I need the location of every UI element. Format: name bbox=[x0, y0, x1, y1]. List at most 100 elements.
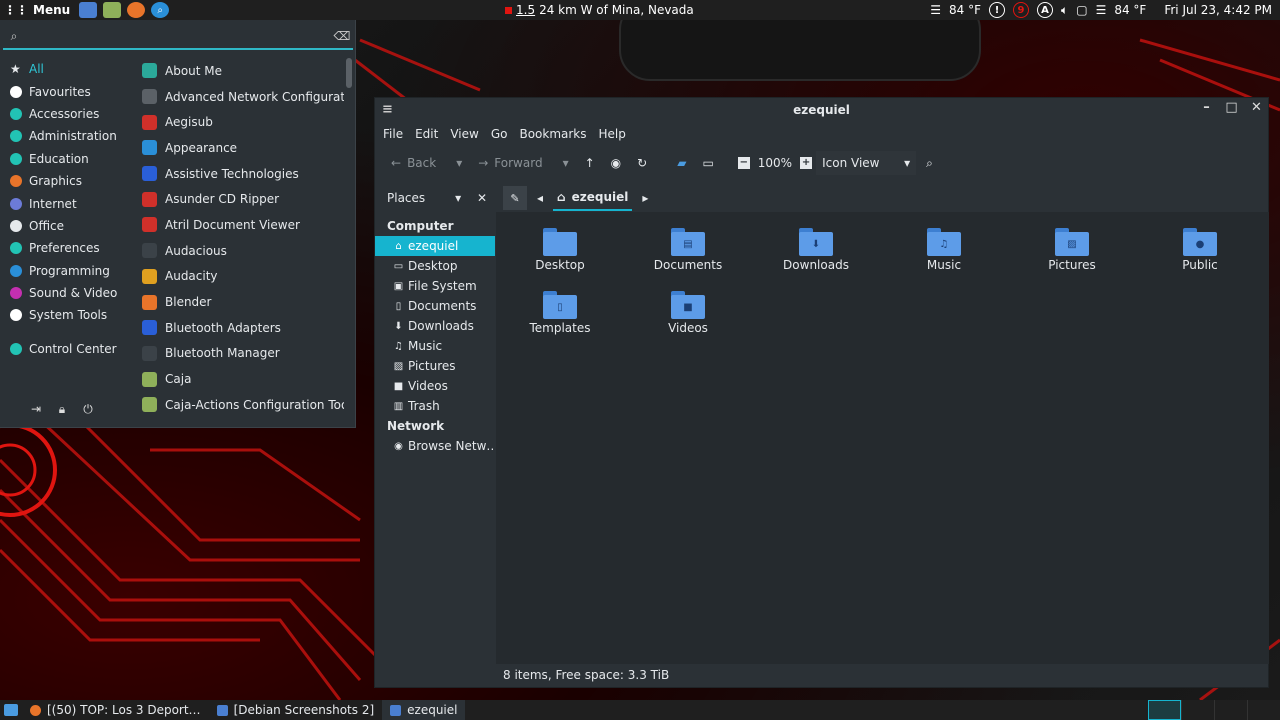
category-preferences[interactable]: Preferences bbox=[0, 237, 132, 259]
reload-button[interactable]: ↻ bbox=[631, 151, 653, 175]
folder-videos[interactable]: ■ Videos bbox=[624, 283, 752, 346]
view-mode-select[interactable]: Icon View ▾ bbox=[816, 151, 917, 175]
menu-search-input[interactable] bbox=[25, 26, 331, 46]
category-sound-video[interactable]: Sound & Video bbox=[0, 282, 132, 304]
weather-icon-2[interactable]: ☰ bbox=[1096, 3, 1107, 17]
app-item-blender[interactable]: Blender bbox=[136, 289, 344, 315]
folder-templates[interactable]: ▯ Templates bbox=[496, 283, 624, 346]
places-select[interactable]: Places bbox=[387, 191, 425, 205]
app-item-asunder-cd-ripper[interactable]: Asunder CD Ripper bbox=[136, 186, 344, 212]
taskbar-item-2[interactable]: [Debian Screenshots 2] bbox=[209, 700, 383, 720]
display-icon[interactable]: ▢ bbox=[1076, 3, 1087, 17]
folder-public[interactable]: ● Public bbox=[1136, 220, 1264, 283]
home-button[interactable]: ▰ bbox=[671, 151, 692, 175]
app-item-aegisub[interactable]: Aegisub bbox=[136, 109, 344, 135]
zoom-out-icon[interactable]: − bbox=[737, 157, 750, 169]
application-list-scrollbar[interactable] bbox=[346, 58, 352, 88]
stop-button[interactable]: ◉ bbox=[605, 151, 627, 175]
app-item-assistive-technologies[interactable]: Assistive Technologies bbox=[136, 161, 344, 187]
clear-search-icon[interactable]: ⌫ bbox=[331, 29, 353, 43]
control-center-item[interactable]: Control Center bbox=[0, 338, 117, 360]
category-graphics[interactable]: Graphics bbox=[0, 170, 132, 192]
workspace-4[interactable] bbox=[1247, 700, 1280, 720]
edit-path-icon[interactable]: ✎ bbox=[503, 186, 527, 210]
workspace-2[interactable] bbox=[1181, 700, 1214, 720]
sidebar-item-pictures[interactable]: ▨ Pictures bbox=[375, 356, 495, 376]
up-button[interactable]: ↑ bbox=[579, 151, 601, 175]
sidebar-item-downloads[interactable]: ⬇ Downloads bbox=[375, 316, 495, 336]
folder-music[interactable]: ♫ Music bbox=[880, 220, 1008, 283]
chevron-down-icon[interactable]: ▾ bbox=[455, 191, 461, 205]
close-sidebar-icon[interactable]: ✕ bbox=[477, 191, 487, 205]
menu-file[interactable]: File bbox=[377, 127, 409, 141]
folder-downloads[interactable]: ⬇ Downloads bbox=[752, 220, 880, 283]
sidebar-item-documents[interactable]: ▯ Documents bbox=[375, 296, 495, 316]
menu-edit[interactable]: Edit bbox=[409, 127, 444, 141]
category-all[interactable]: ★ All bbox=[0, 58, 132, 80]
show-desktop-button[interactable] bbox=[0, 700, 22, 720]
zoom-in-icon[interactable]: + bbox=[800, 157, 813, 169]
app-item-atril-document-viewer[interactable]: Atril Document Viewer bbox=[136, 212, 344, 238]
alert-icon[interactable]: ! bbox=[989, 2, 1006, 18]
desktop-launcher-icon[interactable] bbox=[79, 2, 98, 18]
sidebar-item-music[interactable]: ♫ Music bbox=[375, 336, 495, 356]
path-left-icon[interactable]: ◂ bbox=[537, 191, 543, 205]
main-menu-button[interactable]: ⋮⋮ Menu bbox=[0, 0, 76, 20]
search-launcher-icon[interactable]: ⌕ bbox=[151, 2, 170, 18]
sidebar-item-videos[interactable]: ■ Videos bbox=[375, 376, 495, 396]
category-office[interactable]: Office bbox=[0, 215, 132, 237]
app-item-about-me[interactable]: About Me bbox=[136, 58, 344, 84]
category-favourites[interactable]: Favourites bbox=[0, 80, 132, 102]
menu-go[interactable]: Go bbox=[485, 127, 514, 141]
sidebar-item-ezequiel[interactable]: ⌂ ezequiel bbox=[375, 236, 495, 256]
forward-button[interactable]: → Forward ▾ bbox=[472, 151, 574, 175]
sidebar-item-trash[interactable]: ▥ Trash bbox=[375, 396, 495, 416]
workspace-3[interactable] bbox=[1214, 700, 1247, 720]
app-item-audacious[interactable]: Audacious bbox=[136, 238, 344, 264]
clock[interactable]: Fri Jul 23, 4:42 PM bbox=[1164, 3, 1272, 17]
app-item-audacity[interactable]: Audacity bbox=[136, 264, 344, 290]
menu-help[interactable]: Help bbox=[593, 127, 632, 141]
maximize-icon[interactable]: □ bbox=[1224, 100, 1239, 115]
taskbar-item-3[interactable]: ezequiel bbox=[382, 700, 466, 720]
category-system-tools[interactable]: System Tools bbox=[0, 304, 132, 326]
file-view[interactable]: Desktop ▤ Documents ⬇ Downloads ♫ Music ▨ Pictur… bbox=[496, 212, 1269, 664]
menu-bookmarks[interactable]: Bookmarks bbox=[513, 127, 592, 141]
computer-button[interactable]: ▭ bbox=[696, 151, 719, 175]
sidebar-item-browse-network[interactable]: ◉ Browse Netw… bbox=[375, 436, 495, 456]
temperature-reading-1[interactable]: 84 °F bbox=[949, 3, 981, 17]
window-titlebar[interactable]: ≡ ezequiel – □ ✕ bbox=[375, 98, 1268, 122]
lock-icon[interactable]: 🔒︎ bbox=[56, 402, 68, 417]
path-right-icon[interactable]: ▸ bbox=[642, 191, 648, 205]
app-item-bluetooth-manager[interactable]: Bluetooth Manager bbox=[136, 341, 344, 367]
workspace-1[interactable] bbox=[1148, 700, 1181, 720]
folder-documents[interactable]: ▤ Documents bbox=[624, 220, 752, 283]
folder-desktop[interactable]: Desktop bbox=[496, 220, 624, 283]
menu-view[interactable]: View bbox=[444, 127, 484, 141]
file-manager-launcher-icon[interactable] bbox=[103, 2, 122, 18]
taskbar-item-1[interactable]: [(50) TOP: Los 3 Deport… bbox=[22, 700, 209, 720]
category-accessories[interactable]: Accessories bbox=[0, 103, 132, 125]
back-button[interactable]: ← Back ▾ bbox=[385, 151, 468, 175]
breadcrumb[interactable]: ⌂ ezequiel bbox=[553, 185, 633, 211]
category-internet[interactable]: Internet bbox=[0, 192, 132, 214]
volume-icon[interactable]: 🔈︎ bbox=[1061, 3, 1068, 18]
temperature-reading-2[interactable]: 84 °F bbox=[1114, 3, 1146, 17]
category-education[interactable]: Education bbox=[0, 148, 132, 170]
firefox-launcher-icon[interactable] bbox=[127, 2, 146, 18]
power-icon[interactable]: ⏻ bbox=[82, 402, 94, 417]
earthquake-indicator[interactable]: 1.5 24 km W of Mina, Nevada bbox=[505, 0, 694, 20]
category-programming[interactable]: Programming bbox=[0, 260, 132, 282]
update-icon[interactable]: A bbox=[1037, 2, 1054, 18]
app-item-caja-actions-configuration-tool[interactable]: Caja-Actions Configuration Tool bbox=[136, 392, 344, 418]
logout-icon[interactable]: ⇥ bbox=[30, 402, 42, 417]
category-administration[interactable]: Administration bbox=[0, 125, 132, 147]
weather-icon[interactable]: ☰ bbox=[930, 3, 941, 17]
search-button[interactable]: ⌕ bbox=[920, 151, 939, 175]
minimize-icon[interactable]: – bbox=[1199, 100, 1214, 115]
close-icon[interactable]: ✕ bbox=[1249, 100, 1264, 115]
sidebar-item-file-system[interactable]: ▣ File System bbox=[375, 276, 495, 296]
app-item-caja[interactable]: Caja bbox=[136, 366, 344, 392]
app-item-appearance[interactable]: Appearance bbox=[136, 135, 344, 161]
app-item-bluetooth-adapters[interactable]: Bluetooth Adapters bbox=[136, 315, 344, 341]
